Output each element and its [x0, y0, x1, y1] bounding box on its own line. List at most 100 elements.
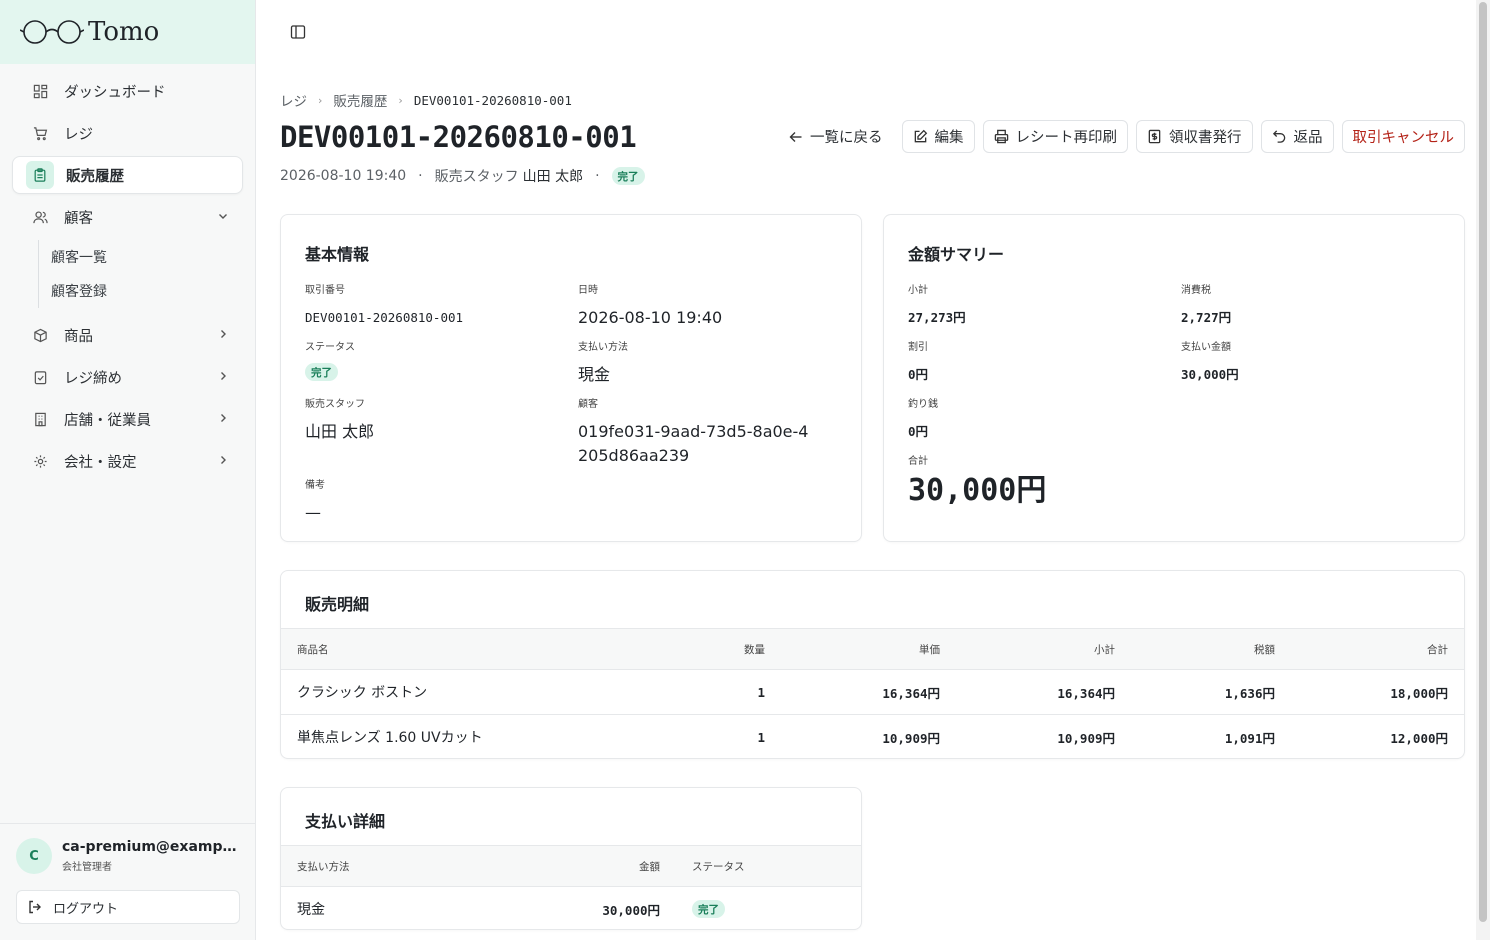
sidebar-subitem-customer-register[interactable]: 顧客登録 — [51, 274, 243, 308]
refund-label: 返品 — [1293, 130, 1323, 146]
transaction-datetime: 2026-08-10 19:40 — [280, 168, 407, 184]
payment-details-table: 支払い方法 金額 ステータス 現金 30,000円 完了 — [281, 845, 861, 932]
payment-method: 現金 — [297, 902, 325, 919]
chevron-right-icon — [217, 370, 229, 385]
sidebar-item-register[interactable]: レジ — [12, 114, 243, 152]
logout-button[interactable]: ログアウト — [16, 890, 240, 924]
subtotal-value: 27,273円 — [908, 310, 966, 325]
logout-label: ログアウト — [53, 901, 119, 917]
sales-items-title: 販売明細 — [305, 595, 370, 614]
main-content: レジ › 販売履歴 › DEV00101-20260810-001 DEV001… — [256, 0, 1490, 940]
sidebar-toggle-icon — [290, 25, 306, 39]
gear-icon — [32, 453, 48, 469]
payment-details-title: 支払い詳細 — [305, 812, 386, 831]
status-badge: 完了 — [692, 900, 725, 919]
table-row[interactable]: クラシック ボストン 1 16,364円 16,364円 1,636円 18,0… — [281, 669, 1464, 715]
glasses-icon — [20, 20, 84, 44]
page-title: DEV00101-20260810-001 — [280, 120, 637, 154]
field-datetime: 日時 2026-08-10 19:40 — [578, 281, 722, 330]
staff-name: 山田 太郎 — [522, 169, 584, 185]
sidebar-nav: ダッシュボード レジ 販売履歴 顧客 顧客一覧 顧客登録 商品 レジ締め 店舗・… — [0, 64, 255, 492]
sidebar-item-company-settings[interactable]: 会社・設定 — [12, 442, 243, 480]
sales-items-card: 販売明細 商品名 数量 単価 小計 税額 合計 クラシック ボストン 1 16,… — [280, 570, 1465, 759]
arrow-left-icon — [789, 130, 803, 144]
sidebar-item-label: 店舗・従業員 — [64, 412, 151, 429]
sidebar-item-label: レジ — [64, 126, 93, 143]
sidebar-item-label: 顧客 — [64, 210, 93, 227]
cart-icon — [32, 125, 48, 141]
sidebar-subitem-customer-list[interactable]: 顧客一覧 — [51, 240, 243, 274]
customer-submenu: 顧客一覧 顧客登録 — [38, 240, 243, 308]
payment-method: 現金 — [578, 365, 611, 384]
issue-receipt-label: 領収書発行 — [1169, 130, 1242, 146]
sidebar-item-label: 商品 — [64, 328, 93, 345]
field-tax: 消費税 2,727円 — [1181, 281, 1231, 330]
amount-summary-title: 金額サマリー — [908, 245, 1005, 264]
undo-icon — [1272, 129, 1287, 144]
sidebar-item-dashboard[interactable]: ダッシュボード — [12, 72, 243, 110]
reprint-receipt-button[interactable]: レシート再印刷 — [982, 120, 1128, 153]
table-header-row: 商品名 数量 単価 小計 税額 合計 — [281, 628, 1464, 670]
change-value: 0円 — [908, 424, 929, 439]
edit-label: 編集 — [934, 130, 964, 146]
table-row[interactable]: 単焦点レンズ 1.60 UVカット 1 10,909円 10,909円 1,09… — [281, 715, 1464, 760]
scrollbar-thumb[interactable] — [1479, 2, 1487, 922]
staff-label: 販売スタッフ — [434, 169, 519, 185]
chevron-right-icon — [217, 328, 229, 343]
field-change: 釣り銭 0円 — [908, 395, 938, 444]
basic-info-title: 基本情報 — [305, 245, 370, 264]
edit-button[interactable]: 編集 — [901, 120, 975, 153]
sidebar-item-sales-history[interactable]: 販売履歴 — [12, 156, 243, 194]
transaction-datetime: 2026-08-10 19:40 — [578, 308, 723, 327]
dashboard-icon — [32, 83, 48, 99]
user-info[interactable]: C ca-premium@example.com 会社管理者 — [16, 838, 240, 874]
sidebar-item-stores-staff[interactable]: 店舗・従業員 — [12, 400, 243, 438]
back-to-list-button[interactable]: 一覧に戻る — [778, 120, 894, 153]
breadcrumb-item-register[interactable]: レジ — [280, 90, 307, 110]
sidebar-item-register-closing[interactable]: レジ締め — [12, 358, 243, 396]
clipboard-check-icon — [32, 369, 48, 385]
chevron-right-icon: › — [398, 93, 403, 107]
field-payment-method: 支払い方法 現金 — [578, 338, 628, 387]
printer-icon — [994, 129, 1009, 144]
logo[interactable]: Tomo — [0, 0, 255, 64]
note-value: — — [305, 503, 321, 522]
sales-staff: 山田 太郎 — [305, 422, 375, 441]
field-status: ステータス 完了 — [305, 338, 355, 381]
discount-value: 0円 — [908, 367, 929, 382]
product-name: クラシック ボストン — [281, 669, 621, 715]
app-name: Tomo — [88, 17, 160, 47]
chevron-right-icon — [217, 454, 229, 469]
customer-id[interactable]: 019fe031-9aad-73d5-8a0e-4205d86aa239 — [578, 420, 818, 468]
user-panel: C ca-premium@example.com 会社管理者 ログアウト — [0, 823, 256, 940]
amount-summary-card: 金額サマリー 小計 27,273円 消費税 2,727円 割引 0円 支払い金額… — [883, 214, 1465, 542]
sidebar-item-label: ダッシュボード — [64, 84, 166, 101]
users-icon — [32, 209, 48, 225]
transaction-number: DEV00101-20260810-001 — [305, 310, 464, 325]
sidebar-item-customers[interactable]: 顧客 — [12, 198, 243, 236]
tax-value: 2,727円 — [1181, 310, 1232, 325]
field-sales-staff: 販売スタッフ 山田 太郎 — [305, 395, 374, 444]
field-customer: 顧客 019fe031-9aad-73d5-8a0e-4205d86aa239 — [578, 395, 818, 468]
field-subtotal: 小計 27,273円 — [908, 281, 966, 330]
sidebar-toggle-button[interactable] — [290, 24, 306, 40]
breadcrumb-item-sales-history[interactable]: 販売履歴 — [333, 90, 387, 110]
user-email: ca-premium@example.com — [62, 839, 238, 855]
table-row[interactable]: 現金 30,000円 完了 — [281, 887, 861, 932]
user-role: 会社管理者 — [62, 862, 112, 873]
sidebar-item-label: レジ締め — [64, 370, 122, 387]
scrollbar[interactable] — [1476, 0, 1490, 940]
payment-details-card: 支払い詳細 支払い方法 金額 ステータス 現金 30,000円 完了 — [280, 787, 862, 930]
edit-icon — [913, 129, 928, 144]
refund-button[interactable]: 返品 — [1260, 120, 1334, 153]
cancel-transaction-label: 取引キャンセル — [1352, 130, 1455, 146]
sidebar-item-products[interactable]: 商品 — [12, 316, 243, 354]
transaction-meta: 2026-08-10 19:40 · 販売スタッフ 山田 太郎 · 完了 — [280, 166, 645, 186]
sales-items-table: 商品名 数量 単価 小計 税額 合計 クラシック ボストン 1 16,364円 … — [281, 628, 1464, 760]
sidebar-item-label: 販売履歴 — [66, 168, 124, 185]
chevron-right-icon: › — [318, 93, 323, 107]
cancel-transaction-button[interactable]: 取引キャンセル — [1341, 120, 1465, 153]
issue-receipt-button[interactable]: 領収書発行 — [1136, 120, 1253, 153]
paid-amount-value: 30,000円 — [1181, 367, 1239, 382]
table-header-row: 支払い方法 金額 ステータス — [281, 845, 861, 887]
